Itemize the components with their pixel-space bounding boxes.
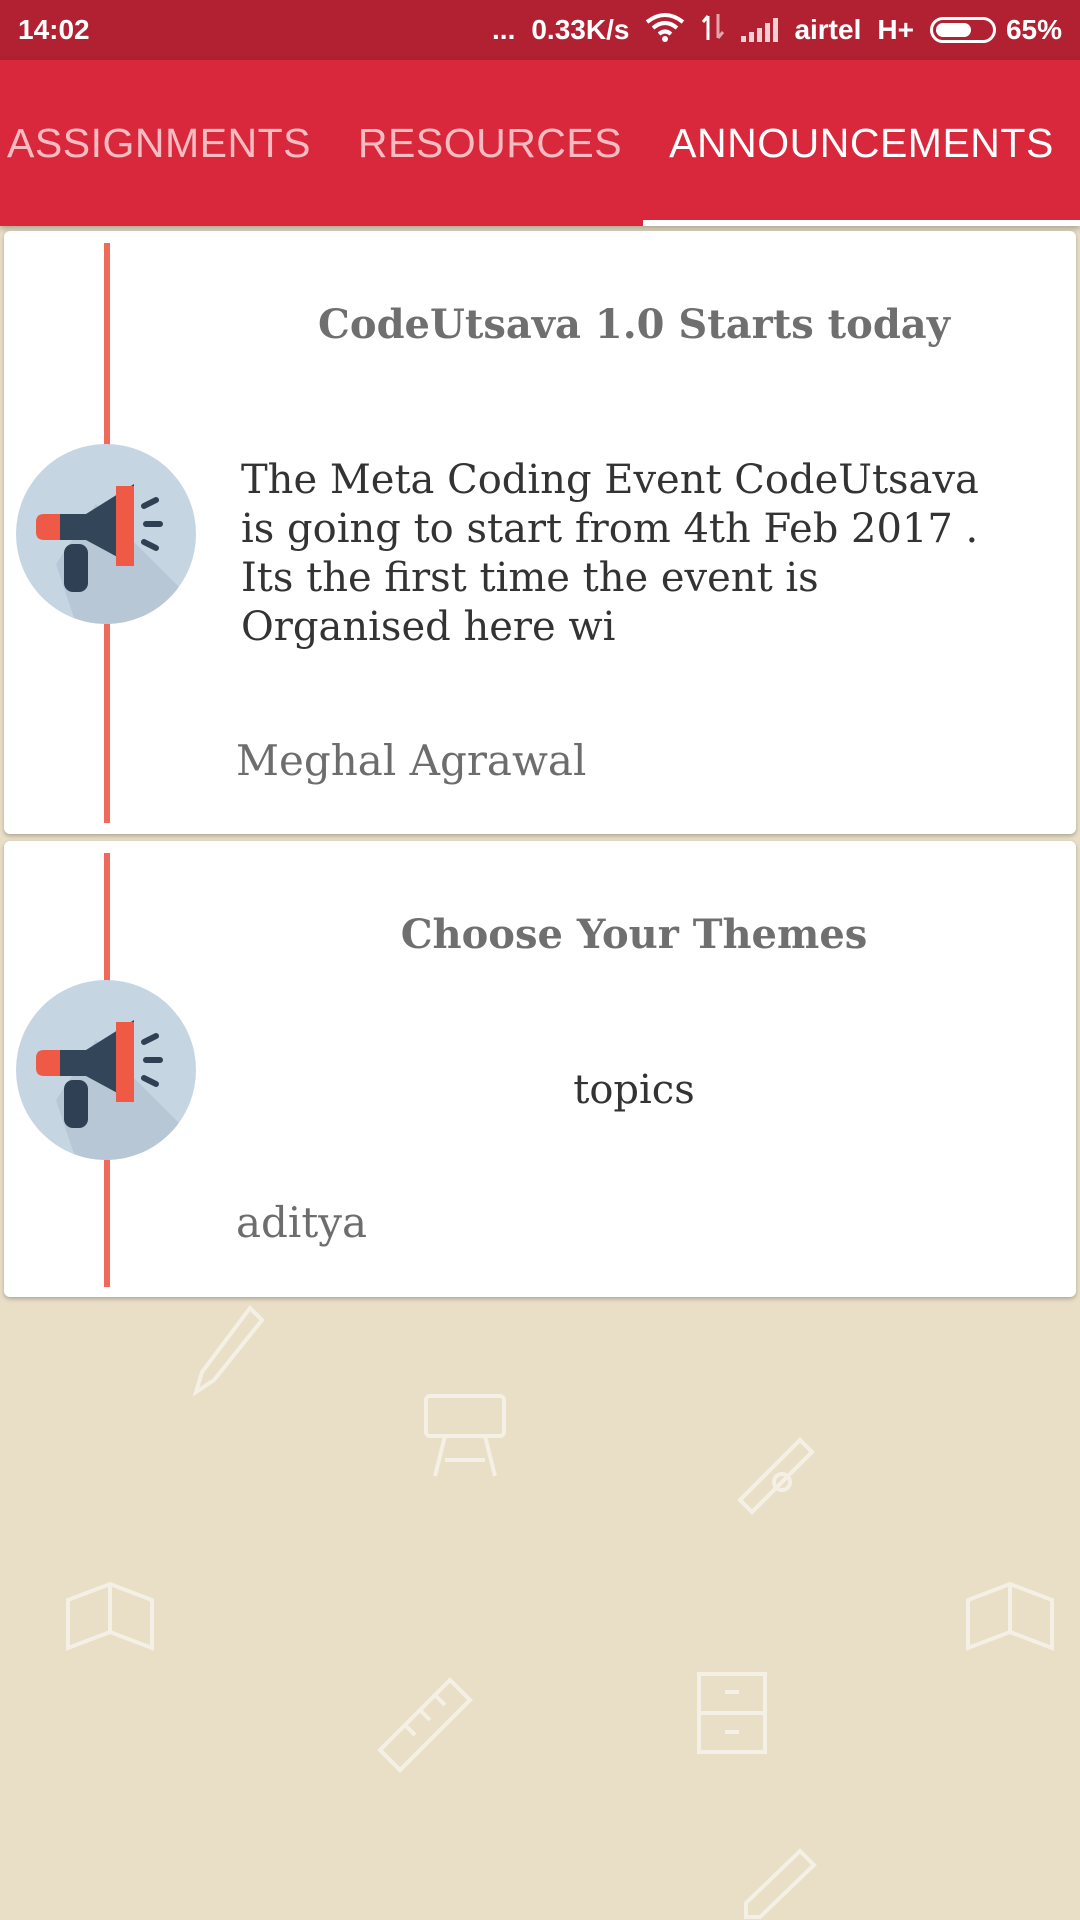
tab-announcements[interactable]: ANNOUNCEMENTS: [643, 60, 1080, 226]
announcement-title: Choose Your Themes: [400, 911, 868, 958]
ruler-doodle-icon: [377, 1677, 473, 1773]
tab-resources[interactable]: RESOURCES: [330, 60, 650, 226]
active-tab-indicator: [643, 220, 1080, 226]
status-right-group: ... 0.33K/s airtel H+ 65%: [492, 12, 1062, 49]
megaphone-icon: [16, 444, 196, 624]
megaphone-icon: [16, 980, 196, 1160]
announcement-title: CodeUtsava 1.0 Starts today: [318, 301, 950, 348]
book-doodle-icon-2: [966, 1581, 1054, 1651]
announcement-body: The Meta Coding Event CodeUtsava is goin…: [241, 457, 979, 650]
battery-percent: 65%: [1005, 14, 1062, 45]
status-time: 14:02: [18, 14, 90, 45]
carrier-name: airtel: [794, 14, 862, 45]
status-bar: 14:02 ... 0.33K/s airtel H+ 65%: [0, 0, 1080, 60]
announcement-card[interactable]: CodeUtsava 1.0 Starts today The Meta Cod…: [4, 231, 1076, 834]
cabinet-doodle-icon: [697, 1672, 767, 1754]
more-notifications-icon: ...: [492, 14, 516, 45]
data-transfer-icon: [701, 12, 725, 49]
tab-bar: ASSIGNMENTS RESOURCES ANNOUNCEMENTS: [0, 60, 1080, 226]
battery-icon: [929, 17, 996, 43]
tab-assignments[interactable]: ASSIGNMENTS: [0, 60, 318, 226]
easel-doodle-icon: [424, 1394, 506, 1477]
pen-doodle-icon: [744, 1848, 817, 1919]
signal-strength-icon: [741, 18, 779, 42]
network-type: H+: [877, 14, 914, 45]
announcement-author: Meghal Agrawal: [236, 736, 587, 785]
announcement-card[interactable]: Choose Your Themes topics aditya: [4, 841, 1076, 1297]
diploma-doodle-icon: [737, 1437, 815, 1515]
pencil-doodle-icon: [192, 1304, 265, 1397]
network-speed: 0.33K/s: [531, 14, 630, 45]
book-doodle-icon: [66, 1581, 154, 1651]
announcement-body: topics: [573, 1067, 695, 1113]
battery-indicator: 65%: [929, 14, 1062, 46]
announcement-author: aditya: [236, 1198, 368, 1247]
wifi-icon: [645, 12, 685, 49]
